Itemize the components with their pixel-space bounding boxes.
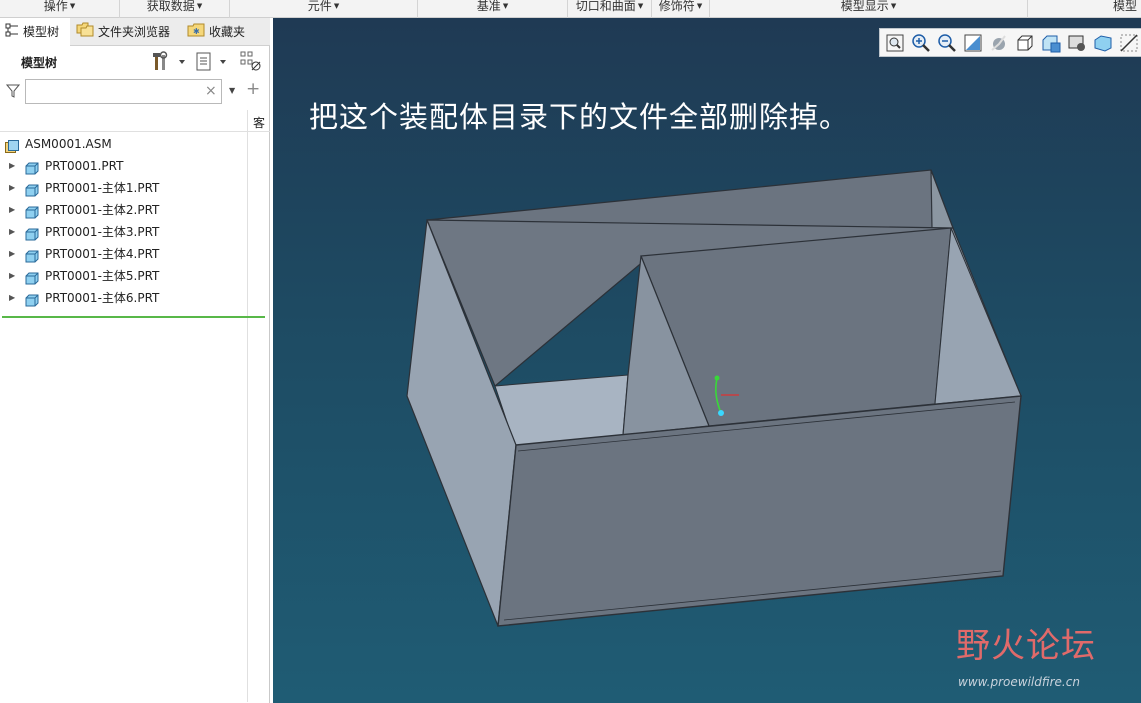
filter-dropdown-icon[interactable]: ▼ [229, 86, 235, 95]
ribbon-group-component[interactable]: 元件 ▼ [230, 0, 418, 18]
ribbon-group-model[interactable]: 模型 [1028, 0, 1141, 18]
column-header-label[interactable]: 客 [253, 114, 265, 131]
forum-watermark: 野火论坛 www.proewildfire.cn [956, 618, 1136, 698]
part-icon [25, 292, 39, 314]
watermark-url: www.proewildfire.cn [958, 675, 1080, 689]
model-tree-icon [5, 19, 19, 47]
view-manager-button[interactable] [1040, 32, 1062, 54]
clear-search-icon[interactable]: × [205, 83, 217, 99]
ribbon-group-get-data[interactable]: 获取数据 ▼ [120, 0, 230, 18]
expand-arrow-icon[interactable]: ▶ [9, 199, 15, 221]
tree-item[interactable]: ▶ PRT0001-主体4.PRT [0, 243, 247, 265]
graphics-viewport[interactable]: 把这个装配体目录下的文件全部删除掉。 野火论坛 www.proewildfire… [273, 18, 1141, 703]
annotation-display-icon [1120, 34, 1138, 52]
tab-folder-browser[interactable]: 文件夹浏览器 [76, 18, 182, 46]
graphics-toolbar [879, 28, 1141, 57]
zoom-out-icon [938, 34, 956, 52]
view-manager-icon [1042, 35, 1061, 53]
perspective-icon [1068, 35, 1085, 51]
refit-icon [886, 34, 904, 52]
tree-item[interactable]: ▶ PRT0001-主体2.PRT [0, 199, 247, 221]
zoom-out-button[interactable] [936, 32, 958, 54]
annotation-display-button[interactable] [1118, 32, 1140, 54]
column-visibility-button[interactable] [240, 51, 264, 71]
folder-icon [76, 19, 94, 47]
expand-arrow-icon[interactable]: ▶ [9, 177, 15, 199]
watermark-logo-text: 野火论坛 [956, 626, 1096, 666]
navigator-panel: 模型树 文件夹浏览器 ✱ 收藏夹 模型树 × ▼ + 客 ASM0001.ASM… [0, 18, 270, 703]
tree-item-label: PRT0001-主体5.PRT [45, 269, 160, 283]
model-tree: ASM0001.ASM ▶ PRT0001.PRT ▶ PRT0001-主体1.… [0, 133, 247, 309]
list-document-icon [196, 52, 226, 71]
expand-arrow-icon[interactable]: ▶ [9, 243, 15, 265]
tree-item[interactable]: ▶ PRT0001-主体6.PRT [0, 287, 247, 309]
model-tree-header: 模型树 [0, 46, 270, 74]
tree-item-label: ASM0001.ASM [25, 137, 112, 151]
tab-favorites[interactable]: ✱ 收藏夹 [187, 18, 263, 46]
tree-item[interactable]: ▶ PRT0001-主体3.PRT [0, 221, 247, 243]
insert-here-line[interactable] [2, 316, 265, 318]
column-divider[interactable] [247, 110, 248, 702]
saved-orientations-icon [1017, 35, 1033, 51]
datum-display-button[interactable] [1092, 32, 1114, 54]
tree-item-label: PRT0001.PRT [45, 159, 124, 173]
tree-item-label: PRT0001-主体4.PRT [45, 247, 160, 261]
show-options-button[interactable] [195, 51, 231, 71]
hammer-wrench-icon [153, 51, 185, 70]
datum-display-icon [1094, 35, 1112, 52]
filter-funnel-icon[interactable] [5, 84, 21, 101]
tree-search-input[interactable] [25, 79, 222, 104]
expand-arrow-icon[interactable]: ▶ [9, 287, 15, 309]
zoom-in-button[interactable] [910, 32, 932, 54]
tab-model-tree[interactable]: 模型树 [0, 18, 70, 47]
tree-item-label: PRT0001-主体2.PRT [45, 203, 160, 217]
svg-text:✱: ✱ [193, 27, 200, 36]
add-filter-icon[interactable]: + [246, 79, 260, 99]
tree-columns-icon [240, 51, 261, 71]
ribbon-group-operations[interactable]: 操作 ▼ [0, 0, 120, 18]
tree-filter-bar: × ▼ + [0, 76, 270, 106]
perspective-button[interactable] [1066, 32, 1088, 54]
tree-item[interactable]: ▶ PRT0001-主体5.PRT [0, 265, 247, 287]
ribbon-group-model-display[interactable]: 模型显示 ▼ [710, 0, 1028, 18]
display-style-icon [991, 35, 1006, 51]
display-style-button[interactable] [988, 32, 1010, 54]
ribbon-group-cut-surface[interactable]: 切口和曲面 ▼ [568, 0, 652, 18]
favorites-folder-icon: ✱ [187, 19, 205, 47]
tree-item-label: PRT0001-主体6.PRT [45, 291, 160, 305]
tree-item[interactable]: ▶ PRT0001.PRT [0, 155, 247, 177]
tree-item-label: PRT0001-主体3.PRT [45, 225, 160, 239]
ribbon-group-datum[interactable]: 基准 ▼ [418, 0, 568, 18]
model-tree-title: 模型树 [21, 56, 58, 70]
expand-arrow-icon[interactable]: ▶ [9, 155, 15, 177]
tree-column-header: 客 [0, 110, 270, 702]
zoom-in-icon [912, 34, 930, 52]
ribbon-group-modifiers[interactable]: 修饰符 ▼ [652, 0, 710, 18]
instruction-annotation: 把这个装配体目录下的文件全部删除掉。 [309, 100, 850, 134]
tree-root-assembly[interactable]: ASM0001.ASM [0, 133, 247, 155]
saved-orientations-button[interactable] [1014, 32, 1036, 54]
repaint-button[interactable] [962, 32, 984, 54]
refit-button[interactable] [884, 32, 906, 54]
settings-tools-button[interactable] [152, 51, 188, 71]
expand-arrow-icon[interactable]: ▶ [9, 221, 15, 243]
ribbon-group-bar: 操作 ▼ 获取数据 ▼ 元件 ▼ 基准 ▼ 切口和曲面 ▼ 修饰符 ▼ 模型显示 ▼ 模型 [0, 0, 1141, 18]
navigator-tabs: 模型树 文件夹浏览器 ✱ 收藏夹 [0, 18, 270, 47]
tree-item-label: PRT0001-主体1.PRT [45, 181, 160, 195]
expand-arrow-icon[interactable]: ▶ [9, 265, 15, 287]
repaint-icon [964, 34, 982, 52]
tree-item[interactable]: ▶ PRT0001-主体1.PRT [0, 177, 247, 199]
